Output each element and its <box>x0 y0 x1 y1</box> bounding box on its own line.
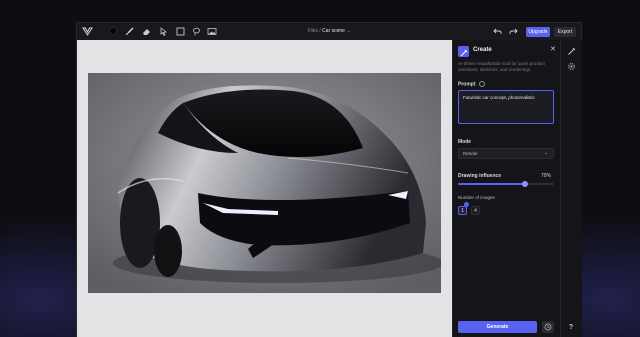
upgrade-button[interactable]: Upgrade <box>526 27 550 37</box>
canvas-area[interactable] <box>77 40 452 337</box>
panel-title: Create <box>473 47 492 53</box>
car-render-image <box>88 73 441 293</box>
right-rail: ? <box>560 40 582 337</box>
close-icon[interactable]: ✕ <box>550 45 556 53</box>
history-icon[interactable] <box>542 321 554 333</box>
rectangle-icon[interactable] <box>175 26 185 36</box>
mode-label: Mode <box>458 139 472 145</box>
images-label: Number of images <box>458 195 495 200</box>
influence-value: 70% <box>541 173 552 179</box>
chevron-down-icon: ⌄ <box>543 150 548 156</box>
magic-wand-icon[interactable] <box>566 46 576 56</box>
influence-label: Drawing influence <box>458 173 502 179</box>
magic-wand-icon <box>458 46 469 57</box>
eraser-icon[interactable] <box>141 26 151 36</box>
generate-button[interactable]: Generate <box>458 321 537 333</box>
breadcrumb-separator: / <box>319 28 321 34</box>
top-toolbar: Files / Car scene ⌄ Upgrade Export <box>77 23 581 41</box>
breadcrumb-parent[interactable]: Files <box>307 28 318 34</box>
settings-icon[interactable] <box>566 61 576 71</box>
redo-icon[interactable] <box>508 26 518 36</box>
prompt-label-text: Prompt <box>458 81 476 88</box>
influence-slider[interactable] <box>458 181 554 187</box>
influence-slider-handle[interactable] <box>522 181 529 187</box>
undo-icon[interactable] <box>492 26 502 36</box>
prompt-input[interactable]: Futuristic car concept, photorealistic <box>458 90 554 124</box>
influence-slider-fill <box>458 183 526 185</box>
panel-description: AI-driven visualization tool for quick p… <box>458 61 545 72</box>
cursor-icon[interactable] <box>158 26 168 36</box>
images-option-4[interactable]: 4 <box>471 206 480 215</box>
export-button[interactable]: Export <box>554 27 576 37</box>
app-window: Files / Car scene ⌄ Upgrade Export Creat… <box>76 22 582 337</box>
breadcrumb-current[interactable]: Car scene <box>322 28 345 34</box>
prompt-label: Prompt <box>458 81 485 87</box>
image-icon[interactable] <box>207 26 217 36</box>
color-picker-icon[interactable] <box>108 26 118 36</box>
breadcrumb: Files / Car scene ⌄ <box>77 23 581 40</box>
create-panel: Create ✕ AI-driven visualization tool fo… <box>452 40 561 337</box>
mode-select-value: Render <box>463 151 478 156</box>
mode-select[interactable]: Render ⌄ <box>458 148 554 159</box>
images-option-1[interactable]: 1 <box>458 206 467 215</box>
brush-icon[interactable] <box>124 26 134 36</box>
help-icon[interactable]: ? <box>566 322 576 332</box>
logo-icon[interactable] <box>82 26 93 37</box>
lasso-icon[interactable] <box>191 26 201 36</box>
chevron-down-icon[interactable]: ⌄ <box>346 28 350 34</box>
info-icon[interactable] <box>478 81 485 87</box>
selected-indicator-dot <box>464 202 469 207</box>
